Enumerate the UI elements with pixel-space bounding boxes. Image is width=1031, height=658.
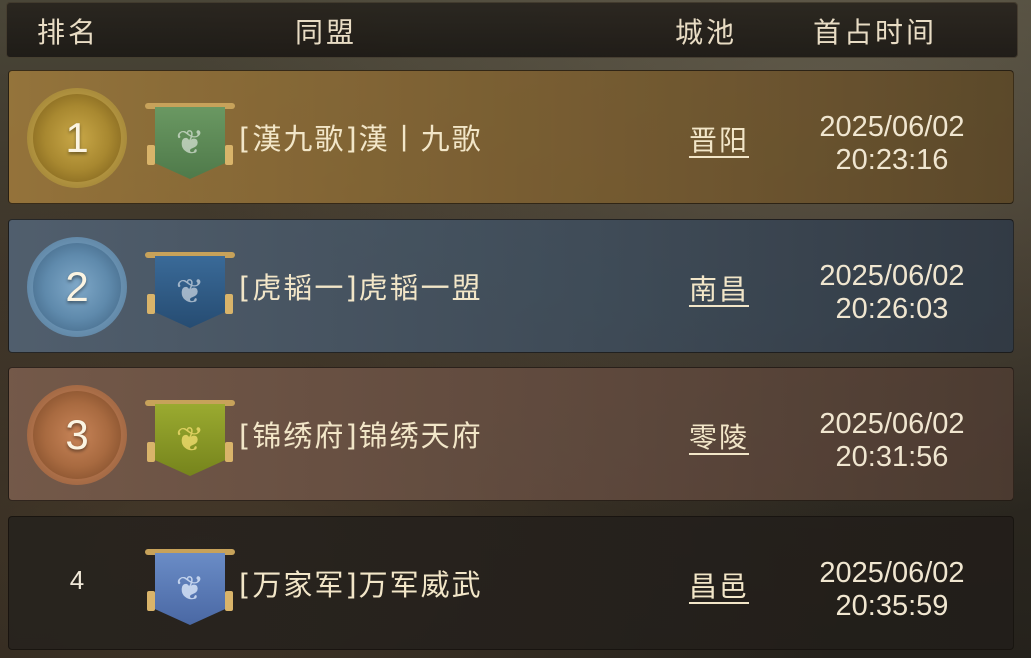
occupation-time: 2025/06/02 20:23:16 (781, 111, 1003, 177)
alliance-banner-icon: ❦ (145, 396, 235, 482)
header-rank: 排名 (37, 16, 100, 49)
city-link[interactable]: 零陵 (679, 416, 759, 456)
alliance-name: [万家军]万军威武 (239, 568, 483, 602)
dragon-emblem-icon: ❦ (175, 123, 205, 163)
occupation-time: 2025/06/02 20:35:59 (781, 557, 1003, 623)
header-city: 城池 (675, 16, 738, 49)
occupation-time: 2025/06/02 20:26:03 (781, 260, 1003, 326)
rank-number: 2 (65, 263, 89, 310)
alliance-banner-icon: ❦ (145, 99, 235, 185)
header-first-occupation-time: 首占时间 (813, 16, 938, 49)
dragon-emblem-icon: ❦ (175, 420, 205, 460)
occupation-clock: 20:23:16 (835, 144, 949, 176)
rank-number: 4 (69, 565, 85, 595)
occupation-clock: 20:35:59 (835, 590, 949, 622)
rank-number: 3 (65, 411, 89, 458)
city-link[interactable]: 昌邑 (679, 565, 759, 605)
city-link[interactable]: 南昌 (679, 268, 759, 308)
alliance-name: [虎韬一]虎韬一盟 (239, 271, 483, 305)
ranking-row: 2 ❦ [虎韬一]虎韬一盟 南昌 2025/06/02 20:26:03 (8, 219, 1014, 353)
alliance-name: [锦绣府]锦绣天府 (239, 419, 483, 453)
dragon-emblem-icon: ❦ (175, 272, 205, 312)
alliance-banner-icon: ❦ (145, 545, 235, 631)
ranking-row: 1 ❦ [漢九歌]漢丨九歌 晋阳 2025/06/02 20:23:16 (8, 70, 1014, 204)
rank-number: 1 (65, 114, 89, 161)
ranking-row: 4 ❦ [万家军]万军威武 昌邑 2025/06/02 20:35:59 (8, 516, 1014, 650)
occupation-date: 2025/06/02 (819, 557, 965, 589)
occupation-clock: 20:31:56 (835, 441, 949, 473)
alliance-name: [漢九歌]漢丨九歌 (239, 122, 483, 156)
city-link[interactable]: 晋阳 (679, 119, 759, 159)
alliance-banner-icon: ❦ (145, 248, 235, 334)
header-alliance: 同盟 (295, 16, 358, 49)
gold-medal-icon: 1 (27, 88, 127, 188)
silver-medal-icon: 2 (27, 237, 127, 337)
dragon-emblem-icon: ❦ (175, 569, 205, 609)
occupation-clock: 20:26:03 (835, 293, 949, 325)
occupation-date: 2025/06/02 (819, 260, 965, 292)
bronze-medal-icon: 3 (27, 385, 127, 485)
occupation-time: 2025/06/02 20:31:56 (781, 408, 1003, 474)
occupation-date: 2025/06/02 (819, 408, 965, 440)
occupation-date: 2025/06/02 (819, 111, 965, 143)
ranking-header: 排名 同盟 城池 首占时间 (6, 2, 1018, 58)
ranking-row: 3 ❦ [锦绣府]锦绣天府 零陵 2025/06/02 20:31:56 (8, 367, 1014, 501)
